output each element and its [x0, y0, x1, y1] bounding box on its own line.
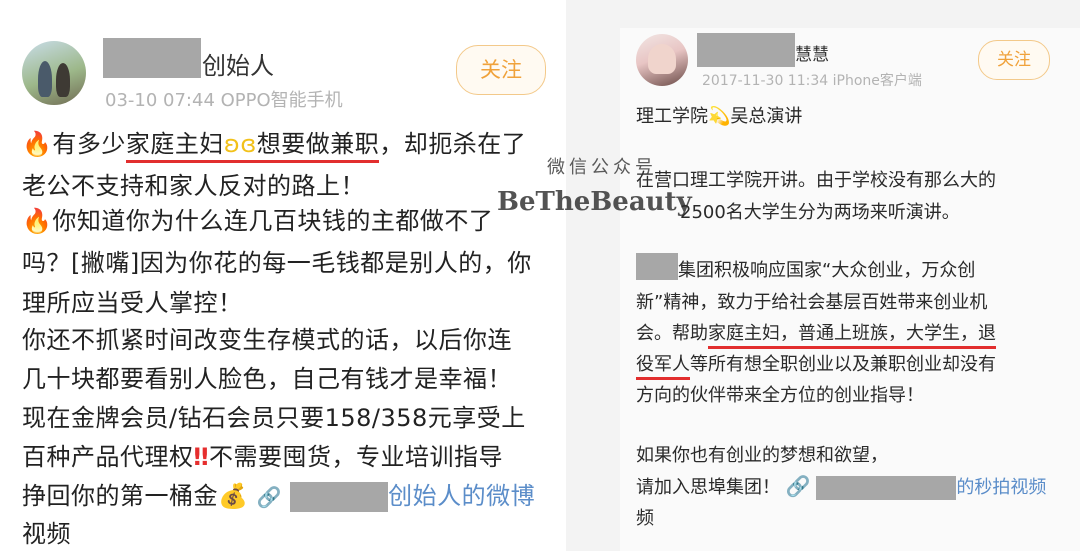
- author-name[interactable]: 慧慧: [795, 40, 829, 65]
- left-weibo-post: 创始人 03-10 07:44 OPPO智能手机 关注 🔥有多少家庭主妇ʚɞ想要…: [0, 0, 566, 551]
- weibo-video-link[interactable]: 创始人的微博: [388, 482, 535, 510]
- redacted-link-owner: [290, 482, 389, 512]
- link-icon[interactable]: 🔗: [786, 474, 811, 498]
- butterfly-icon: ʚɞ: [223, 130, 257, 158]
- post-line: 百种产品代理权‼不需要囤货，专业培训指导: [22, 443, 504, 471]
- post-line: 老公不支持和家人反对的路上！: [22, 172, 365, 200]
- post-line: 新”精神，致力于给社会基层百姓带来创业机: [636, 292, 988, 313]
- redacted-username: [103, 38, 201, 78]
- redacted-link-owner: [816, 476, 957, 500]
- post-line: 吗？[撇嘴]因为你花的每一毛钱都是别人的，你: [22, 249, 532, 277]
- right-weibo-post: 慧慧 2017-11-30 11:34 iPhone客户端 关注 理工学院💫吴总…: [620, 28, 1080, 551]
- post-line: 🔥有多少家庭主妇ʚɞ想要做兼职，却扼杀在了: [22, 124, 526, 163]
- watermark-title: 微信公众号: [547, 157, 657, 178]
- money-bag-icon: 💰: [218, 482, 249, 510]
- post-line: 🔥你知道你为什么连几百块钱的主都做不了: [22, 207, 494, 235]
- fire-icon: 🔥: [22, 130, 53, 158]
- post-line: 现在金牌会员/钻石会员只要158/358元享受上: [22, 404, 526, 432]
- post-line: 如果你也有创业的梦想和欲望，: [636, 445, 888, 466]
- redacted-username: [697, 33, 795, 67]
- post-line: 请加入思埠集团！ 🔗 的秒拍视频: [636, 474, 1047, 500]
- post-headline: 理工学院💫吴总演讲: [636, 106, 803, 127]
- link-icon[interactable]: 🔗: [257, 485, 282, 509]
- avatar[interactable]: [636, 34, 688, 86]
- post-line: 会。帮助家庭主妇，普通上班族，大学生，退: [636, 319, 996, 349]
- miaopai-video-link-continued[interactable]: 频: [636, 504, 654, 530]
- watermark-brand: BeTheBeauty: [497, 187, 692, 217]
- miaopai-video-link[interactable]: 的秒拍视频: [956, 477, 1046, 498]
- follow-button[interactable]: 关注: [456, 45, 546, 95]
- weibo-video-link-continued[interactable]: 视频: [22, 514, 71, 549]
- post-line: 方向的伙伴带来全方位的创业指导！: [636, 385, 924, 406]
- avatar[interactable]: [22, 41, 86, 105]
- post-line: 挣回你的第一桶金💰 🔗 创始人的微博: [22, 482, 536, 512]
- post-meta: 03-10 07:44 OPPO智能手机: [105, 90, 343, 111]
- redacted-company: [636, 253, 678, 280]
- panel-gap: [566, 0, 620, 551]
- follow-button[interactable]: 关注: [978, 40, 1050, 80]
- post-line: 集团积极响应国家“大众创业，万众创: [678, 260, 976, 281]
- fire-icon: 🔥: [22, 207, 53, 235]
- post-meta: 2017-11-30 11:34 iPhone客户端: [702, 73, 922, 89]
- author-name[interactable]: 创始人: [202, 46, 274, 81]
- post-line: 你还不抓紧时间改变生存模式的话，以后你连: [22, 326, 512, 354]
- double-exclamation-icon: ‼: [193, 443, 210, 471]
- sparkle-icon: 💫: [708, 106, 731, 127]
- post-line: 几十块都要看别人脸色，自己有钱才是幸福！: [22, 365, 512, 393]
- post-line: 理所应当受人掌控！: [22, 289, 243, 317]
- post-line: 役军人等所有想全职创业以及兼职创业却没有: [636, 350, 996, 380]
